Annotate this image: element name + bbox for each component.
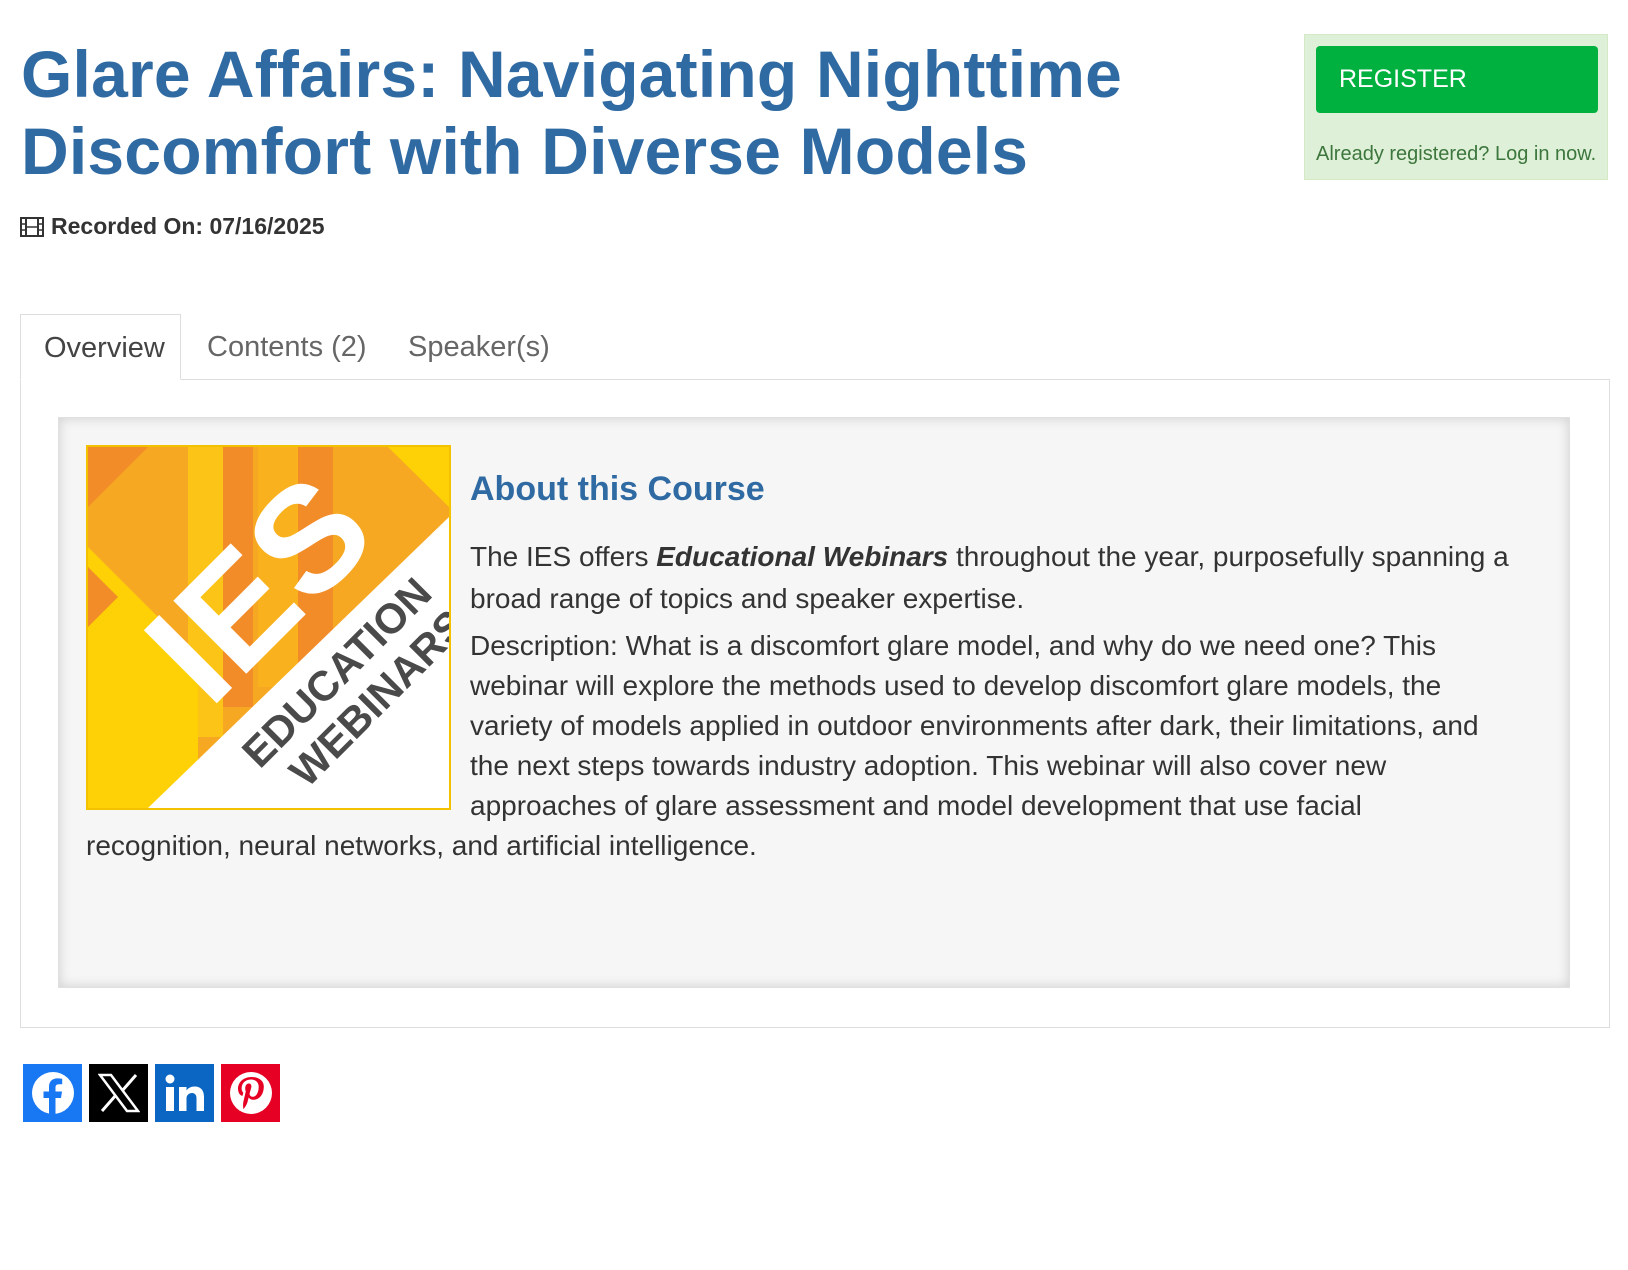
description-line: approaches of glare assessment and model…: [470, 790, 1362, 821]
recorded-on-label: Recorded On: 07/16/2025: [51, 213, 325, 239]
course-info-well: IES EDUCATION WEBINARS About this Course…: [58, 417, 1570, 988]
intro-prefix: The IES offers: [470, 541, 657, 572]
recorded-on: Recorded On: 07/16/2025: [20, 213, 325, 240]
linkedin-icon: [165, 1074, 204, 1111]
description-line: the next steps towards industry adoption…: [470, 750, 1387, 781]
login-link[interactable]: Log in now.: [1495, 143, 1596, 165]
facebook-share-button[interactable]: [23, 1064, 82, 1122]
tab-overview[interactable]: Overview: [20, 314, 181, 380]
description-line: variety of models applied in outdoor env…: [470, 710, 1479, 741]
already-registered: Already registered? Log in now.: [1316, 143, 1596, 166]
description-line: webinar will explore the methods used to…: [470, 670, 1442, 701]
x-icon: [97, 1073, 140, 1113]
linkedin-share-button[interactable]: [155, 1064, 214, 1122]
tab-bar: Overview Contents (2) Speaker(s): [20, 314, 1610, 380]
ies-education-webinars-logo: IES EDUCATION WEBINARS: [86, 443, 475, 810]
social-share-bar: [23, 1064, 280, 1122]
register-button[interactable]: REGISTER: [1316, 46, 1598, 113]
about-course-heading: About this Course: [470, 470, 765, 508]
register-panel: REGISTER Already registered? Log in now.: [1304, 34, 1608, 180]
intro-bold: Educational Webinars: [656, 541, 949, 572]
overview-panel: IES EDUCATION WEBINARS About this Course…: [20, 379, 1610, 1028]
pinterest-icon: [229, 1072, 272, 1114]
tab-speakers[interactable]: Speaker(s): [385, 314, 573, 380]
facebook-icon: [31, 1072, 74, 1114]
description-line: Description: What is a discomfort glare …: [470, 630, 1436, 661]
x-share-button[interactable]: [89, 1064, 148, 1122]
intro-paragraph: The IES offers Educational Webinars thro…: [470, 536, 1540, 620]
page-title: Glare Affairs: Navigating Nighttime Disc…: [21, 37, 1123, 188]
pinterest-share-button[interactable]: [221, 1064, 280, 1122]
already-registered-text: Already registered?: [1316, 143, 1490, 165]
description-line: recognition, neural networks, and artifi…: [86, 830, 757, 861]
film-icon: [20, 216, 44, 237]
tab-contents[interactable]: Contents (2): [184, 314, 390, 380]
